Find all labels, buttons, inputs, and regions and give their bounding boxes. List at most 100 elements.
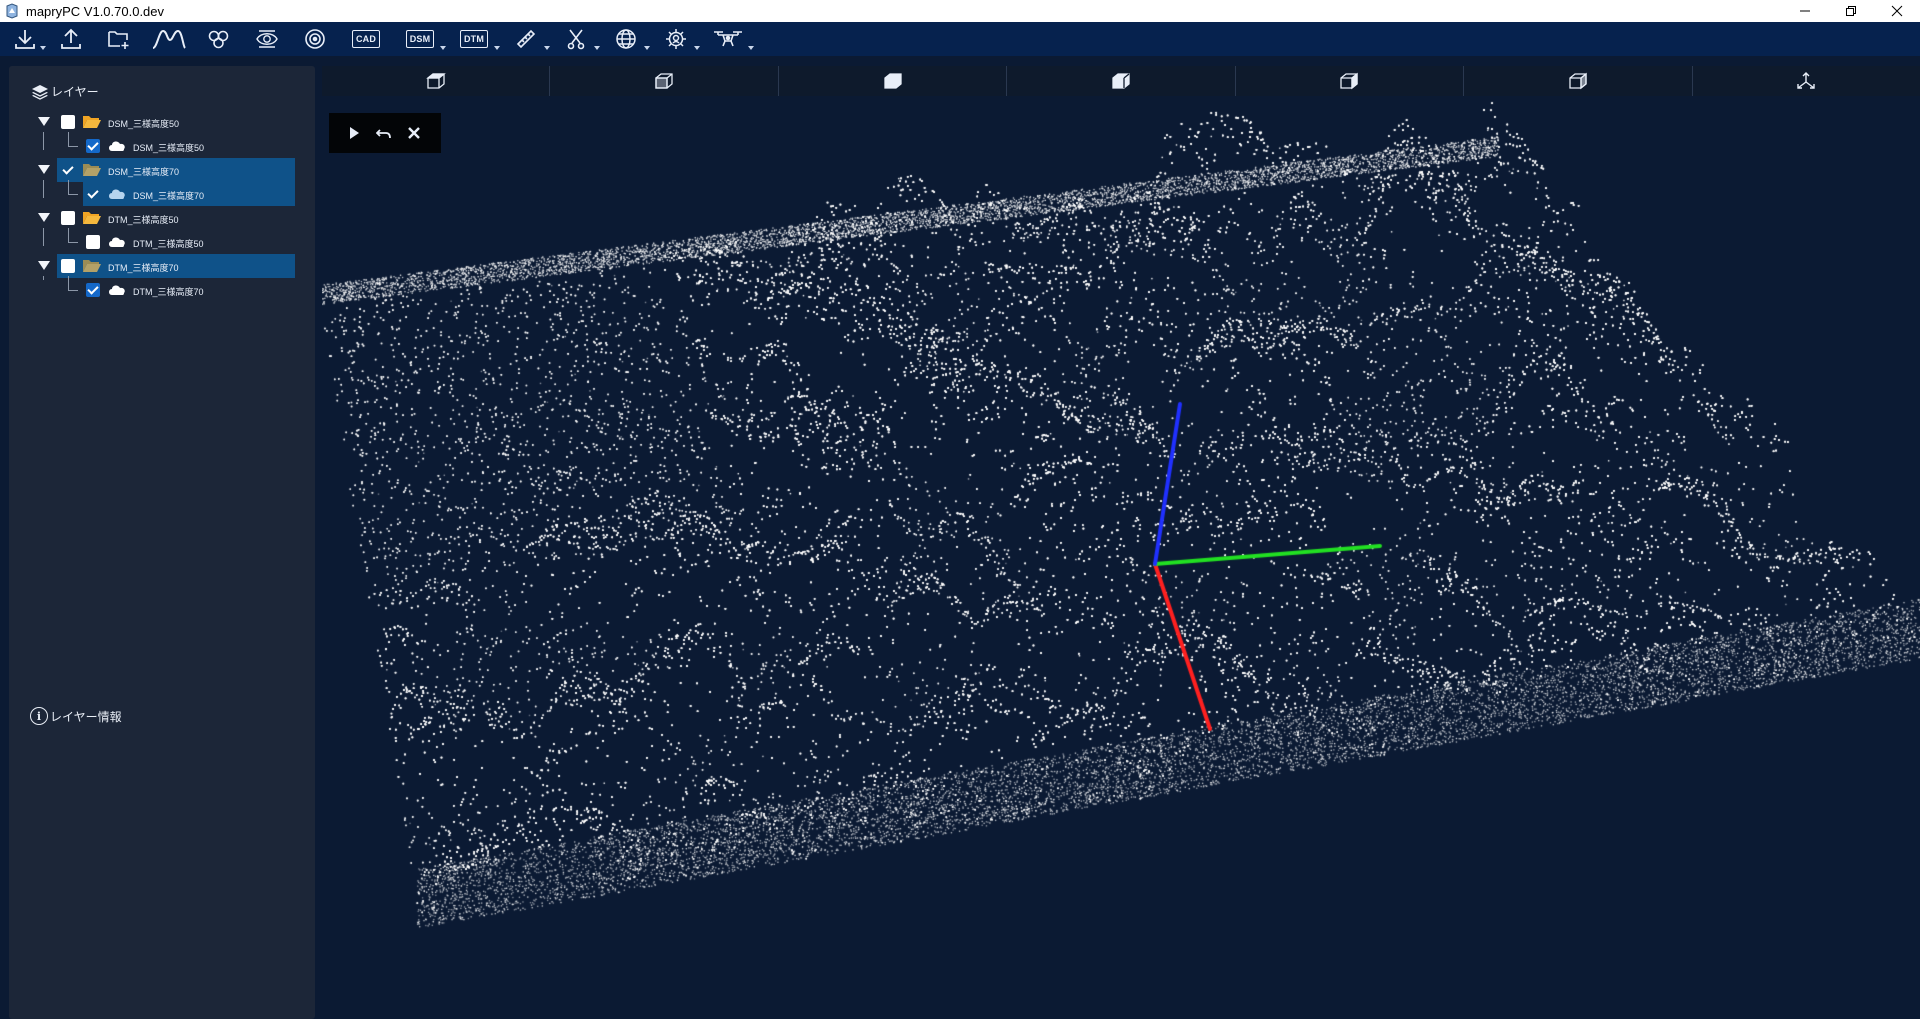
eye-scan-button[interactable] [250,22,284,56]
drone-button[interactable] [708,22,754,56]
dtm-icon: DTM [459,30,489,48]
layer-name: DSM_三様高度70 [133,191,205,201]
expand-toggle-icon[interactable] [38,117,50,126]
profile-curve-icon [152,29,186,49]
close-button[interactable] [405,124,423,142]
layer-group-row[interactable]: DSM_三様高度50 [9,110,315,134]
layer-group-row[interactable]: DTM_三様高度50 [9,206,315,230]
layer-checkbox[interactable] [86,235,100,249]
drone-icon [714,31,742,47]
dsm-icon: DSM [405,30,435,48]
ruler-icon [516,29,536,49]
cad-icon: CAD [351,30,381,48]
layer-checkbox[interactable] [86,283,100,297]
folder-icon [83,212,101,224]
tree-line [68,132,69,146]
title-bar: mapryPC V1.0.70.0.dev [0,0,1920,22]
tree-cluster-icon [208,30,229,49]
layer-checkbox[interactable] [61,163,75,177]
eye-scan-icon [256,30,278,48]
layer-name: DSM_三様高度70 [108,167,180,177]
undo-icon [376,129,391,139]
layer-checkbox[interactable] [61,211,75,225]
close-window-button[interactable] [1874,0,1920,22]
settings-button[interactable] [658,22,700,56]
tree-line [68,290,78,291]
restore-button[interactable] [1828,0,1874,22]
expand-toggle-icon[interactable] [38,165,50,174]
point-cloud-icon [109,141,125,151]
layer-name: DTM_三様高度50 [108,215,179,225]
layer-checkbox[interactable] [61,259,75,273]
view-front-icon [655,73,673,89]
layer-info-header: i レイヤー情報 [30,707,122,725]
scissors-icon [567,29,585,50]
play-icon [350,127,359,139]
dtm-button[interactable]: DTM [454,22,500,56]
layer-group-row[interactable]: DTM_三様高度70 [9,254,315,278]
point-cloud-viewport[interactable] [322,98,1920,1019]
main-toolbar: CAD DSM DTM [0,22,1920,56]
minimize-button[interactable] [1782,0,1828,22]
layer-checkbox[interactable] [86,187,100,201]
layer-checkbox[interactable] [86,139,100,153]
point-cloud-canvas[interactable] [322,98,1920,1019]
info-icon: i [30,707,48,725]
tree-cluster-button[interactable] [202,22,236,56]
view-iso-button[interactable] [1464,66,1693,96]
play-button[interactable] [345,124,363,142]
dsm-button[interactable]: DSM [400,22,446,56]
ruler-button[interactable] [508,22,550,56]
view-top-button[interactable] [322,66,551,96]
view-right-button[interactable] [779,66,1008,96]
upload-button[interactable] [54,22,88,56]
scissors-button[interactable] [558,22,600,56]
axes-reset-button[interactable] [1693,66,1920,96]
folder-add-button[interactable] [102,22,136,56]
view-top-icon [425,73,446,89]
layers-title: レイヤー [51,85,99,99]
app-icon [6,3,18,19]
tree-line [43,228,44,246]
undo-button[interactable] [375,124,393,142]
folder-icon [83,260,101,272]
profile-curve-button[interactable] [150,22,188,56]
layer-info-title: レイヤー情報 [50,709,122,724]
layer-item-row[interactable]: DSM_三様高度70 [9,180,315,206]
layer-item-row[interactable]: DTM_三様高度50 [9,228,315,254]
view-right-icon [883,73,902,89]
expand-toggle-icon[interactable] [38,261,50,270]
tree-line [68,180,69,194]
layer-name: DTM_三様高度50 [133,239,204,249]
folder-icon [83,116,101,128]
folder-icon [83,164,101,176]
view-back-icon [1340,72,1359,90]
point-cloud-icon [109,237,125,247]
tree-line [43,276,44,280]
settings-gear-icon [666,29,686,49]
globe-button[interactable] [608,22,650,56]
download-icon [15,30,35,49]
layer-item-row[interactable]: DSM_三様高度50 [9,132,315,158]
cad-button[interactable]: CAD [346,22,386,56]
view-left-button[interactable] [1007,66,1236,96]
minimize-icon [1800,10,1810,12]
view-back-button[interactable] [1236,66,1465,96]
layer-group-row[interactable]: DSM_三様高度70 [9,158,315,182]
tree-line [68,228,69,242]
layer-name: DSM_三様高度50 [108,119,180,129]
upload-icon [61,28,81,49]
layer-item-row[interactable]: DTM_三様高度70 [9,276,315,302]
target-button[interactable] [298,22,332,56]
view-front-button[interactable] [550,66,779,96]
target-icon [305,29,325,49]
download-button[interactable] [10,22,46,56]
layer-name: DTM_三様高度70 [133,287,204,297]
expand-toggle-icon[interactable] [38,213,50,222]
tree-line [43,132,44,150]
view-iso-icon [1569,72,1587,90]
layer-name: DSM_三様高度50 [133,143,205,153]
layer-checkbox[interactable] [61,115,75,129]
point-cloud-icon [109,189,125,199]
view-toolbar [322,66,1920,96]
